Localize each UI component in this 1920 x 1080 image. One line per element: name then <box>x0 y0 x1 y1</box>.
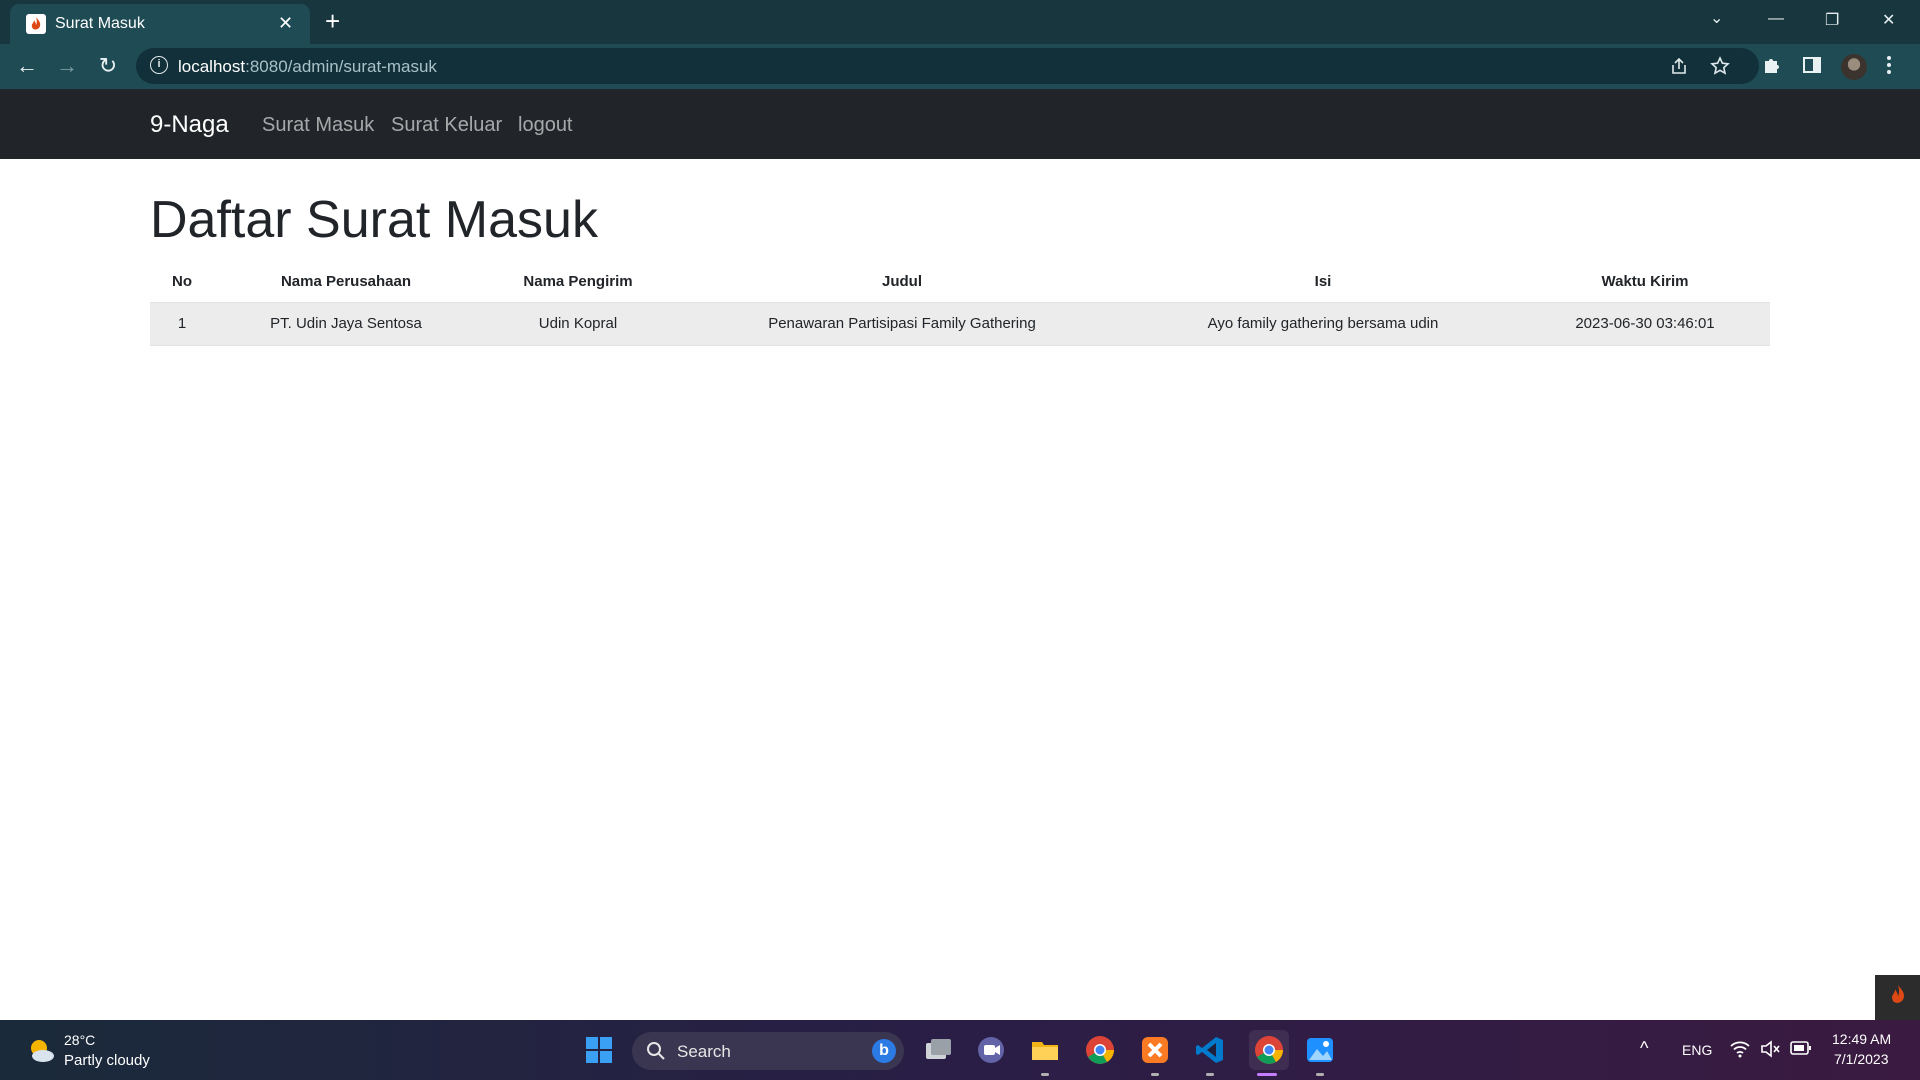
new-tab-button[interactable]: + <box>325 8 340 34</box>
navbar-brand[interactable]: 9-Naga <box>150 111 229 139</box>
column-header-no: No <box>150 262 214 303</box>
reload-button[interactable]: ↻ <box>95 53 121 79</box>
column-header-isi: Isi <box>1126 262 1520 303</box>
cell-nama-perusahaan: PT. Udin Jaya Sentosa <box>214 302 478 346</box>
nav-link-surat-keluar[interactable]: Surat Keluar <box>391 114 502 137</box>
nav-link-logout[interactable]: logout <box>518 114 573 137</box>
input-language[interactable]: ENG <box>1682 1042 1712 1058</box>
clock-date[interactable]: 7/1/2023 <box>1834 1051 1889 1067</box>
photos-icon[interactable] <box>1304 1034 1336 1066</box>
xampp-running-indicator <box>1151 1073 1159 1076</box>
column-header-judul: Judul <box>678 262 1126 303</box>
clock-time[interactable]: 12:49 AM <box>1832 1031 1891 1047</box>
speaker-muted-icon[interactable] <box>1760 1040 1780 1061</box>
column-header-nama-perusahaan: Nama Perusahaan <box>214 262 478 303</box>
column-header-waktu-kirim: Waktu Kirim <box>1520 262 1770 303</box>
search-placeholder: Search <box>677 1042 731 1061</box>
codeigniter-flame-icon <box>1888 983 1908 1012</box>
cell-no: 1 <box>150 302 214 346</box>
forward-button[interactable]: → <box>54 53 80 79</box>
chrome-active-indicator <box>1257 1073 1277 1076</box>
taskbar-search[interactable]: Search b <box>632 1032 904 1070</box>
teams-chat-icon[interactable] <box>975 1034 1007 1066</box>
side-panel-icon[interactable] <box>1802 55 1822 81</box>
vscode-icon[interactable] <box>1194 1034 1226 1066</box>
star-icon[interactable] <box>1710 56 1730 81</box>
info-icon[interactable]: i <box>150 56 168 74</box>
table-row: 1 PT. Udin Jaya Sentosa Udin Kopral Pena… <box>150 302 1770 346</box>
page-title: Daftar Surat Masuk <box>150 191 598 249</box>
codeigniter-flame-icon <box>26 14 46 34</box>
weather-partly-cloudy-icon[interactable] <box>26 1036 56 1066</box>
chrome-active-icon[interactable] <box>1249 1030 1289 1070</box>
tray-overflow-chevron-icon[interactable]: ^ <box>1640 1038 1648 1059</box>
cell-waktu-kirim: 2023-06-30 03:46:01 <box>1520 302 1770 346</box>
tab-close-icon[interactable]: ✕ <box>278 14 293 32</box>
window-close-icon[interactable]: ✕ <box>1882 10 1895 30</box>
search-icon <box>646 1041 666 1061</box>
vscode-running-indicator <box>1206 1073 1214 1076</box>
cell-isi: Ayo family gathering bersama udin <box>1126 302 1520 346</box>
address-bar[interactable]: i localhost:8080/admin/surat-masuk <box>136 48 1759 84</box>
file-explorer-running-indicator <box>1041 1073 1049 1076</box>
app-navbar: 9-Naga Surat Masuk Surat Keluar logout <box>0 89 1920 159</box>
share-icon[interactable] <box>1669 56 1689 81</box>
task-view-icon[interactable] <box>922 1034 954 1066</box>
bing-icon[interactable]: b <box>872 1039 896 1063</box>
windows-taskbar: 28°C Partly cloudy Search b ^ ENG 12:49 … <box>0 1020 1920 1080</box>
debug-toolbar-button[interactable] <box>1875 975 1920 1020</box>
surat-masuk-table: No Nama Perusahaan Nama Pengirim Judul I… <box>150 262 1770 346</box>
weather-temperature[interactable]: 28°C <box>64 1032 95 1048</box>
address-url[interactable]: localhost:8080/admin/surat-masuk <box>178 57 437 77</box>
battery-icon[interactable] <box>1790 1041 1812 1058</box>
kebab-menu-icon[interactable] <box>1886 55 1892 81</box>
minimize-icon[interactable]: — <box>1768 10 1784 28</box>
nav-link-surat-masuk[interactable]: Surat Masuk <box>262 114 374 137</box>
browser-toolbar: ← → ↻ i localhost:8080/admin/surat-masuk <box>0 44 1920 89</box>
puzzle-icon[interactable] <box>1762 55 1782 81</box>
xampp-icon[interactable] <box>1139 1034 1171 1066</box>
chrome-icon[interactable] <box>1084 1034 1116 1066</box>
column-header-nama-pengirim: Nama Pengirim <box>478 262 678 303</box>
tab-title: Surat Masuk <box>55 15 145 32</box>
tab-search-icon[interactable]: ⌄ <box>1710 8 1723 28</box>
start-button[interactable] <box>586 1037 612 1063</box>
profile-avatar[interactable] <box>1841 54 1867 80</box>
wifi-icon[interactable] <box>1730 1040 1750 1061</box>
browser-tab-strip: Surat Masuk ✕ + ⌄ — ❐ ✕ <box>0 0 1920 44</box>
restore-icon[interactable]: ❐ <box>1825 10 1839 30</box>
browser-tab-active[interactable]: Surat Masuk ✕ <box>10 4 310 44</box>
cell-nama-pengirim: Udin Kopral <box>478 302 678 346</box>
weather-description[interactable]: Partly cloudy <box>64 1052 150 1069</box>
file-explorer-icon[interactable] <box>1029 1034 1061 1066</box>
cell-judul: Penawaran Partisipasi Family Gathering <box>678 302 1126 346</box>
back-button[interactable]: ← <box>14 53 40 79</box>
table-header-row: No Nama Perusahaan Nama Pengirim Judul I… <box>150 262 1770 303</box>
photos-running-indicator <box>1316 1073 1324 1076</box>
